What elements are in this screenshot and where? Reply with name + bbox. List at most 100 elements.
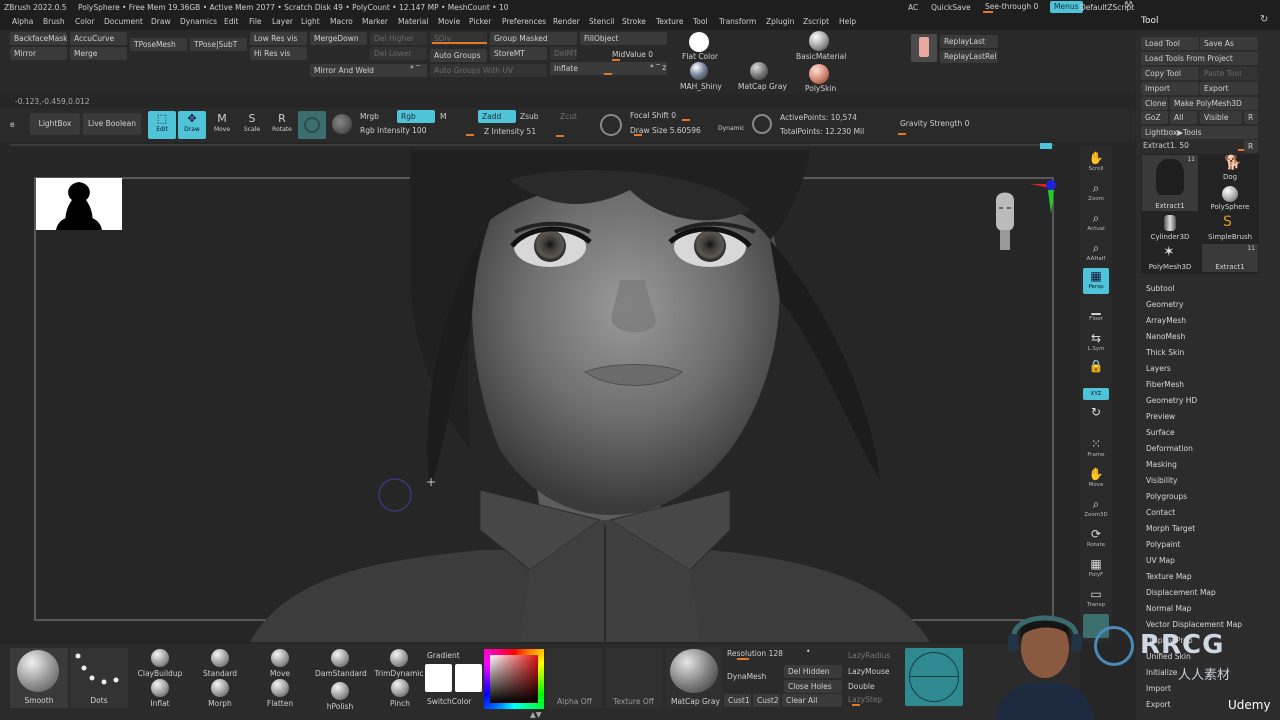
matcap-gray-material[interactable]	[750, 62, 768, 80]
scroll-button[interactable]: ✋ Scroll	[1083, 150, 1109, 176]
import-button[interactable]: Import	[1141, 82, 1199, 95]
lightbox-button[interactable]: LightBox	[30, 113, 80, 135]
switch-color-button[interactable]: SwitchColor	[427, 697, 471, 706]
midvalue-slider[interactable]: MidValue 0	[612, 50, 653, 59]
live-boolean-button[interactable]: Live Boolean	[83, 113, 141, 135]
menu-item-marker[interactable]: Marker	[362, 17, 388, 26]
zoom3d-button[interactable]: ⌕ Zoom3D	[1083, 496, 1109, 522]
see-through-slider[interactable]: See-through 0	[985, 2, 1038, 11]
mah-shiny-material[interactable]	[690, 62, 708, 80]
d-toggle-icon[interactable]	[752, 114, 772, 134]
load-tool-button[interactable]: Load Tool	[1141, 37, 1199, 50]
brush-standard[interactable]: Standard	[195, 649, 245, 678]
save-as-button[interactable]: Save As	[1200, 37, 1258, 50]
menus-toggle[interactable]: Menus	[1050, 1, 1083, 13]
flat-color-material[interactable]	[689, 32, 709, 52]
menu-item-zplugin[interactable]: Zplugin	[766, 17, 794, 26]
subpalette-thick-skin[interactable]: Thick Skin	[1146, 348, 1184, 357]
current-tool-r-button[interactable]: R	[1244, 140, 1258, 153]
subpalette-subtool[interactable]: Subtool	[1146, 284, 1174, 293]
navigation-head-icon[interactable]	[990, 190, 1020, 260]
brush-trimdynamic[interactable]: TrimDynamic	[373, 649, 425, 678]
tool-thumb-simplebrush[interactable]: S SimpleBrush	[1202, 214, 1258, 244]
document-canvas[interactable]: +	[10, 150, 1080, 642]
load-from-project-button[interactable]: Load Tools From Project	[1141, 52, 1258, 65]
storemt-button[interactable]: StoreMT	[490, 47, 547, 60]
subpalette-texture-map[interactable]: Texture Map	[1146, 572, 1192, 581]
subpalette-polygroups[interactable]: Polygroups	[1146, 492, 1187, 501]
brush-hpolish[interactable]: hPolish	[315, 682, 365, 711]
polyf-button[interactable]: ▦ PolyF	[1083, 556, 1109, 582]
lock-button[interactable]: 🔒	[1083, 358, 1109, 384]
lazymouse-button[interactable]: LazyMouse	[848, 667, 889, 676]
brush-move[interactable]: Move	[255, 649, 305, 678]
menu-item-stencil[interactable]: Stencil	[589, 17, 614, 26]
rotate-axis-button[interactable]: ↻	[1083, 404, 1109, 430]
menu-item-render[interactable]: Render	[553, 17, 580, 26]
subpalette-normal-map[interactable]: Normal Map	[1146, 604, 1191, 613]
draw-mode-button[interactable]: ✥ Draw	[178, 111, 206, 139]
menu-item-macro[interactable]: Macro	[330, 17, 353, 26]
subpalette-geometry-hd[interactable]: Geometry HD	[1146, 396, 1197, 405]
clear-all-button[interactable]: Clear All	[782, 694, 842, 707]
ac-button[interactable]: AC	[908, 3, 918, 12]
menu-item-texture[interactable]: Texture	[656, 17, 683, 26]
subpalette-contact[interactable]: Contact	[1146, 508, 1175, 517]
auto-groups-button[interactable]: Auto Groups	[430, 49, 487, 62]
menu-item-stroke[interactable]: Stroke	[622, 17, 646, 26]
brush-morph[interactable]: Morph	[195, 679, 245, 708]
menu-item-material[interactable]: Material	[398, 17, 428, 26]
transpose-gizmo-slot[interactable]	[905, 648, 963, 706]
subpalette-layers[interactable]: Layers	[1146, 364, 1171, 373]
merge-button[interactable]: Merge	[70, 47, 127, 60]
tool-thumb-cylinder3d[interactable]: Cylinder3D	[1142, 214, 1198, 244]
del-higher-button[interactable]: Del Higher	[370, 32, 427, 45]
color-picker-square[interactable]	[490, 655, 538, 703]
menu-item-brush[interactable]: Brush	[43, 17, 65, 26]
smooth-brush-slot[interactable]: Smooth	[10, 648, 68, 708]
current-tool-slider[interactable]: Extract1. 50	[1143, 141, 1189, 150]
paste-tool-button[interactable]: Paste Tool	[1200, 67, 1258, 80]
del-lower-button[interactable]: Del Lower	[370, 47, 427, 60]
subpalette-uv-map[interactable]: UV Map	[1146, 556, 1175, 565]
floor-button[interactable]: ▁ Floor	[1083, 300, 1109, 326]
tool-thumb-dog[interactable]: 🐕 Dog	[1202, 155, 1258, 185]
subpalette-export[interactable]: Export	[1146, 700, 1171, 709]
resolution-slider[interactable]: Resolution 128	[727, 649, 783, 658]
m-button[interactable]: M	[440, 112, 446, 121]
polyskin-material[interactable]	[809, 64, 829, 84]
hi-res-vis-button[interactable]: Hi Res vis	[250, 47, 307, 60]
sculptris-pro-button[interactable]	[298, 111, 326, 139]
make-polymesh-button[interactable]: Make PolyMesh3D	[1170, 97, 1258, 110]
collapse-e[interactable]: e	[10, 120, 15, 129]
focal-shift-slider[interactable]: Focal Shift 0	[630, 111, 676, 120]
mergedown-button[interactable]: MergeDown	[310, 32, 367, 45]
tool-thumb-polysphere[interactable]: PolySphere	[1202, 185, 1258, 213]
menu-item-color[interactable]: Color	[75, 17, 95, 26]
backfacemask-button[interactable]: BackfaceMask	[10, 32, 67, 45]
copy-tool-button[interactable]: Copy Tool	[1141, 67, 1199, 80]
lightbox-tools-button[interactable]: Lightbox▶Tools	[1141, 126, 1258, 139]
goz-button[interactable]: GoZ	[1141, 111, 1168, 124]
subpalette-fibermesh[interactable]: FiberMesh	[1146, 380, 1184, 389]
main-color-swatch[interactable]	[425, 664, 452, 692]
silhouette-preview[interactable]	[36, 178, 122, 230]
tool-thumb-extract1-small[interactable]: 11 Extract1	[1202, 244, 1258, 272]
xyz-button[interactable]: XYZ	[1083, 388, 1109, 400]
zadd-button[interactable]: Zadd	[478, 110, 516, 123]
menu-item-dynamics[interactable]: Dynamics	[180, 17, 217, 26]
brush-inflat[interactable]: Inflat	[135, 679, 185, 708]
clone-button[interactable]: Clone	[1141, 97, 1168, 110]
menu-item-file[interactable]: File	[249, 17, 262, 26]
brush-damstandard[interactable]: DamStandard	[315, 649, 367, 678]
menu-item-draw[interactable]: Draw	[151, 17, 171, 26]
persp-button[interactable]: ▦ Persp	[1083, 268, 1109, 294]
move-view-button[interactable]: ✋ Move	[1083, 466, 1109, 492]
tposesubt-button[interactable]: TPose|SubT	[190, 38, 247, 51]
subpalette-arraymesh[interactable]: ArrayMesh	[1146, 316, 1186, 325]
group-masked-button[interactable]: Group Masked	[490, 32, 577, 45]
menu-item-help[interactable]: Help	[839, 17, 856, 26]
subpalette-polypaint[interactable]: Polypaint	[1146, 540, 1181, 549]
local-symmetry-button[interactable]: ⇆ L.Sym	[1083, 330, 1109, 356]
export-button[interactable]: Export	[1200, 82, 1258, 95]
